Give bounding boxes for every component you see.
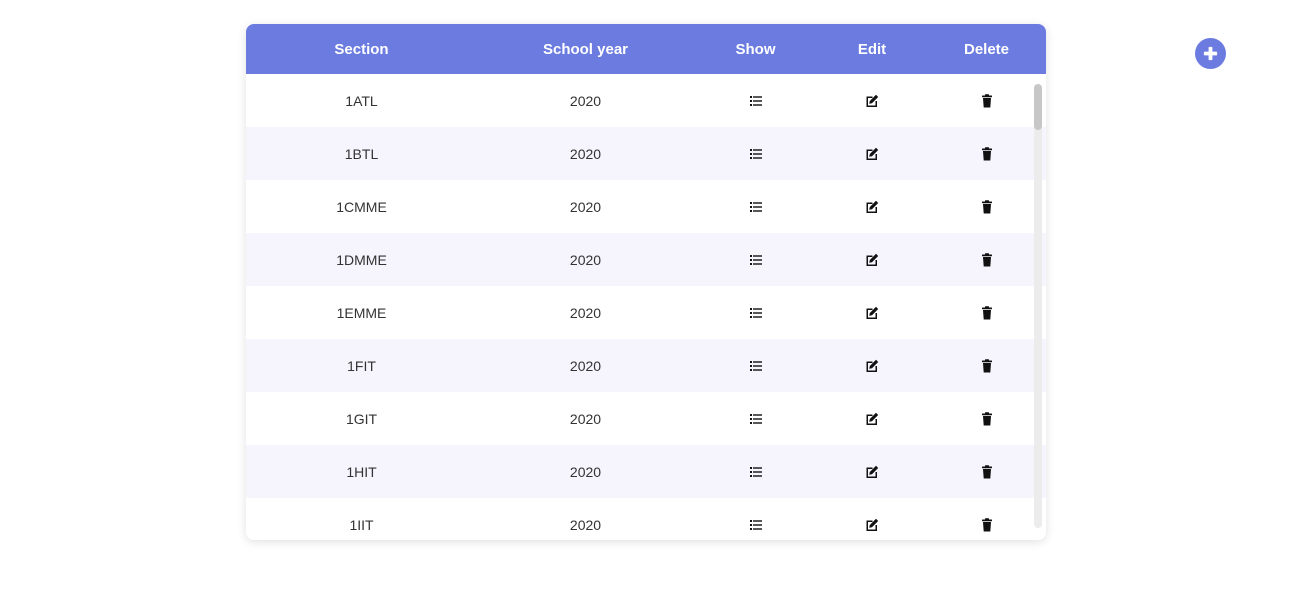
cell-school-year: 2020 (569, 92, 602, 109)
table-body[interactable]: 1ATL 2020 1BTL 2020 1CMME 2020 1DMME 2020 1EMME 2… (246, 74, 1046, 540)
trash-icon[interactable] (979, 199, 995, 215)
edit-icon[interactable] (864, 305, 880, 321)
page: Section School year Show Edit Delete 1AT… (0, 0, 1312, 604)
cell-edit (817, 305, 927, 321)
header-edit: Edit (857, 40, 887, 58)
cell-school-year: 2020 (569, 410, 602, 427)
edit-icon[interactable] (864, 146, 880, 162)
cell-section: 1FIT (347, 357, 376, 374)
cell-section: 1BTL (344, 145, 379, 162)
trash-icon[interactable] (979, 411, 995, 427)
cell-school-year: 2020 (569, 516, 602, 533)
cell-section: 1IIT (349, 516, 374, 533)
trash-icon[interactable] (979, 358, 995, 374)
edit-icon[interactable] (864, 517, 880, 533)
cell-delete (927, 464, 1046, 480)
cell-show (694, 411, 817, 427)
header-school-year[interactable]: School year (477, 41, 694, 58)
cell-school-year: 2020 (569, 357, 602, 374)
cell-delete (927, 252, 1046, 268)
list-icon[interactable] (748, 464, 764, 480)
edit-icon[interactable] (864, 252, 880, 268)
table-row: 1HIT 2020 (246, 445, 1046, 498)
scrollbar-thumb[interactable] (1034, 84, 1042, 130)
trash-icon[interactable] (979, 305, 995, 321)
cell-edit (817, 411, 927, 427)
cell-school-year: 2020 (569, 463, 602, 480)
cell-edit (817, 517, 927, 533)
list-icon[interactable] (748, 199, 764, 215)
plus-icon (1203, 46, 1218, 61)
cell-show (694, 93, 817, 109)
cell-school-year: 2020 (569, 251, 602, 268)
trash-icon[interactable] (979, 252, 995, 268)
cell-section: 1CMME (336, 198, 387, 215)
cell-delete (927, 146, 1046, 162)
cell-show (694, 517, 817, 533)
header-delete: Delete (963, 40, 1010, 58)
table-row: 1IIT 2020 (246, 498, 1046, 540)
trash-icon[interactable] (979, 93, 995, 109)
cell-delete (927, 358, 1046, 374)
list-icon[interactable] (748, 93, 764, 109)
cell-show (694, 252, 817, 268)
cell-section: 1ATL (345, 92, 378, 109)
cell-school-year: 2020 (569, 304, 602, 321)
header-section[interactable]: Section (246, 41, 477, 58)
cell-delete (927, 411, 1046, 427)
table-row: 1BTL 2020 (246, 127, 1046, 180)
cell-edit (817, 252, 927, 268)
cell-show (694, 358, 817, 374)
sections-table: Section School year Show Edit Delete 1AT… (246, 24, 1046, 540)
cell-show (694, 464, 817, 480)
list-icon[interactable] (748, 517, 764, 533)
cell-edit (817, 146, 927, 162)
table-row: 1ATL 2020 (246, 74, 1046, 127)
cell-section: 1EMME (336, 304, 387, 321)
cell-delete (927, 305, 1046, 321)
list-icon[interactable] (748, 146, 764, 162)
header-show: Show (735, 40, 776, 58)
edit-icon[interactable] (864, 93, 880, 109)
cell-delete (927, 199, 1046, 215)
edit-icon[interactable] (864, 358, 880, 374)
list-icon[interactable] (748, 358, 764, 374)
cell-edit (817, 464, 927, 480)
cell-section: 1GIT (345, 410, 378, 427)
trash-icon[interactable] (979, 464, 995, 480)
add-section-button[interactable] (1195, 38, 1226, 69)
trash-icon[interactable] (979, 517, 995, 533)
edit-icon[interactable] (864, 199, 880, 215)
table-row: 1FIT 2020 (246, 339, 1046, 392)
trash-icon[interactable] (979, 146, 995, 162)
cell-section: 1DMME (336, 251, 387, 268)
table-row: 1DMME 2020 (246, 233, 1046, 286)
cell-section: 1HIT (346, 463, 377, 480)
cell-edit (817, 199, 927, 215)
cell-edit (817, 358, 927, 374)
cell-school-year: 2020 (569, 198, 602, 215)
cell-show (694, 305, 817, 321)
cell-delete (927, 93, 1046, 109)
scrollbar-track[interactable] (1034, 84, 1042, 528)
table-row: 1EMME 2020 (246, 286, 1046, 339)
table-header: Section School year Show Edit Delete (246, 24, 1046, 74)
edit-icon[interactable] (864, 411, 880, 427)
cell-school-year: 2020 (569, 145, 602, 162)
list-icon[interactable] (748, 305, 764, 321)
edit-icon[interactable] (864, 464, 880, 480)
table-row: 1CMME 2020 (246, 180, 1046, 233)
list-icon[interactable] (748, 411, 764, 427)
cell-show (694, 146, 817, 162)
cell-delete (927, 517, 1046, 533)
cell-show (694, 199, 817, 215)
cell-edit (817, 93, 927, 109)
list-icon[interactable] (748, 252, 764, 268)
table-row: 1GIT 2020 (246, 392, 1046, 445)
